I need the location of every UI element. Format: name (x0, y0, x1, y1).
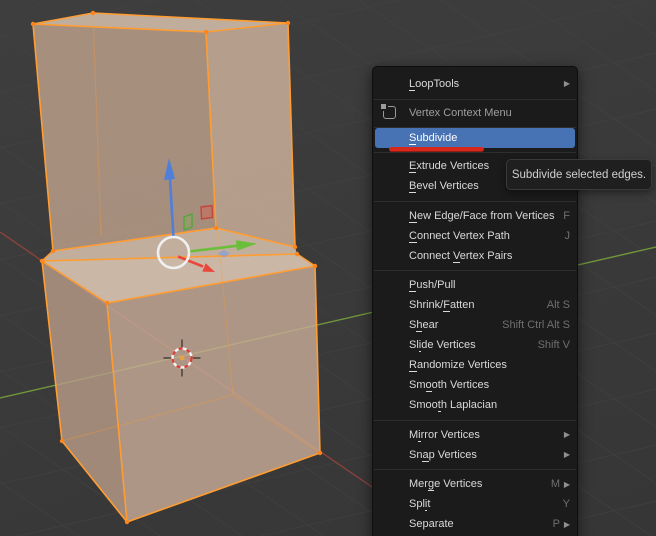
menu-item-label: Snap Vertices (409, 448, 477, 462)
menu-item-label: Mirror Vertices (409, 428, 480, 442)
tooltip: Subdivide selected edges. (506, 159, 652, 190)
submenu-arrow-icon: ▶ (563, 450, 570, 460)
tall-box-right-face[interactable] (206, 23, 295, 247)
menu-item-looptools[interactable]: LoopTools ▶ (373, 71, 577, 96)
blender-3d-viewport[interactable]: LoopTools ▶ Vertex Context Menu Subdivide Ex… (0, 0, 656, 536)
menu-item-smooth-laplacian[interactable]: Smooth Laplacian (373, 395, 577, 415)
submenu-arrow-icon: ▶ (563, 479, 570, 489)
menu-item-shortcut: P (552, 518, 560, 531)
menu-item-new-edge-face-from-vertices[interactable]: New Edge/Face from Vertices F (373, 206, 577, 226)
menu-separator (373, 415, 577, 425)
menu-item-shortcut: Shift V (537, 339, 570, 352)
menu-item-shortcut: Alt S (546, 299, 570, 312)
menu-item-shortcut: Y (562, 498, 570, 511)
menu-item-snap-vertices[interactable]: Snap Vertices ▶ (373, 445, 577, 465)
menu-item-label: Vertex Context Menu (409, 107, 512, 119)
lower-cube-front-face[interactable] (107, 266, 320, 522)
menu-item-label: Connect Vertex Path (409, 229, 510, 243)
gizmo-plane-y-handle[interactable] (183, 212, 193, 232)
menu-item-label: Subdivide (409, 132, 458, 145)
menu-item-subdivide[interactable]: Subdivide (375, 128, 575, 148)
submenu-arrow-icon: ▶ (563, 79, 570, 88)
menu-item-label: Smooth Vertices (409, 378, 490, 392)
menu-item-label: New Edge/Face from Vertices (409, 209, 555, 223)
submenu-arrow-icon: ▶ (563, 519, 570, 529)
vertex-context-icon (379, 102, 396, 119)
menu-item-push-pull[interactable]: Push/Pull (373, 275, 577, 295)
menu-item-split[interactable]: Split Y (373, 494, 577, 514)
menu-item-shortcut: J (564, 229, 571, 242)
menu-item-label: Extrude Vertices (409, 159, 490, 173)
menu-item-slide-vertices[interactable]: Slide Vertices Shift V (373, 335, 577, 355)
tooltip-text: Subdivide selected edges. (511, 168, 647, 181)
menu-item-mirror-vertices[interactable]: Mirror Vertices ▶ (373, 425, 577, 445)
menu-item-label: Shear (409, 319, 439, 333)
menu-separator (373, 196, 577, 206)
submenu-arrow-icon: ▶ (563, 430, 570, 440)
menu-item-label: Shrink/Fatten (409, 299, 475, 313)
menu-separator (373, 265, 577, 275)
menu-item-label: Push/Pull (409, 279, 456, 293)
menu-item-label: Randomize Vertices (409, 358, 507, 372)
menu-item-label: Split (409, 498, 431, 512)
menu-item-shear[interactable]: Shear Shift Ctrl Alt S (373, 315, 577, 335)
menu-item-connect-vertex-path[interactable]: Connect Vertex Path J (373, 226, 577, 246)
menu-item-label: Connect Vertex Pairs (409, 249, 513, 263)
menu-item-separate[interactable]: Separate P ▶ (373, 514, 577, 534)
menu-item-shortcut: Shift Ctrl Alt S (502, 319, 570, 332)
menu-item-label: Separate (409, 518, 454, 531)
menu-item-label: LoopTools (409, 77, 460, 91)
menu-item-shrink-fatten[interactable]: Shrink/Fatten Alt S (373, 295, 577, 315)
lower-cube[interactable] (39, 228, 321, 523)
menu-separator (373, 464, 577, 474)
menu-item-label: Bevel Vertices (409, 179, 479, 193)
vertex-context-menu: LoopTools ▶ Vertex Context Menu Subdivide Ex… (372, 66, 578, 536)
menu-item-shortcut: M (550, 478, 560, 491)
annotation-underline (389, 147, 484, 152)
menu-header: Vertex Context Menu (373, 101, 577, 125)
menu-item-randomize-vertices[interactable]: Randomize Vertices (373, 355, 577, 375)
menu-item-label: Merge Vertices (409, 478, 483, 492)
menu-item-smooth-vertices[interactable]: Smooth Vertices (373, 375, 577, 395)
menu-item-connect-vertex-pairs[interactable]: Connect Vertex Pairs (373, 246, 577, 266)
menu-item-label: Slide Vertices (409, 339, 476, 353)
menu-item-merge-vertices[interactable]: Merge Vertices M ▶ (373, 474, 577, 494)
menu-item-label: Smooth Laplacian (409, 398, 498, 412)
tall-box[interactable] (32, 12, 296, 252)
menu-item-shortcut: F (563, 209, 570, 222)
gizmo-plane-x-handle[interactable] (200, 204, 214, 220)
